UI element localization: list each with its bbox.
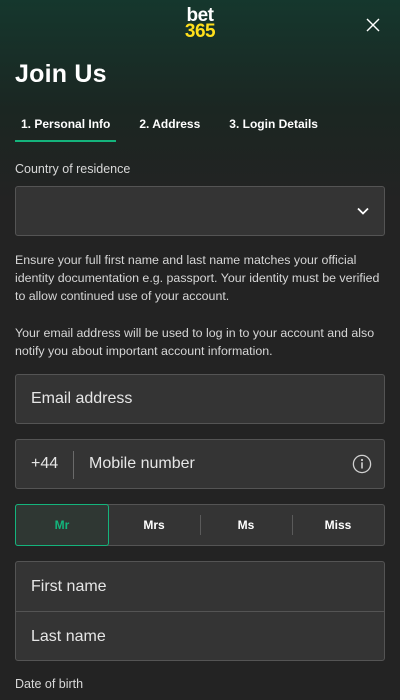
country-label: Country of residence bbox=[15, 162, 131, 176]
mobile-number-input[interactable] bbox=[74, 440, 344, 488]
first-name-input[interactable] bbox=[16, 562, 384, 611]
dob-label: Date of birth bbox=[15, 677, 84, 691]
logo-bottom-text: 365 bbox=[184, 21, 216, 42]
close-icon bbox=[366, 18, 380, 32]
country-code-prefix[interactable]: +44 bbox=[31, 455, 58, 473]
country-select[interactable] bbox=[15, 186, 385, 236]
identity-info-text: Ensure your full first name and last nam… bbox=[15, 253, 380, 303]
email-info-text: Your email address will be used to log i… bbox=[15, 326, 375, 358]
tab-address[interactable]: 2. Address bbox=[133, 112, 206, 142]
first-name-row bbox=[16, 562, 384, 612]
title-selector: Mr Mrs Ms Miss bbox=[15, 504, 385, 546]
info-icon[interactable] bbox=[352, 454, 372, 474]
bet365-logo: bet 365 bbox=[0, 6, 400, 42]
last-name-input[interactable] bbox=[16, 612, 384, 661]
email-field bbox=[15, 374, 385, 424]
step-tabs: 1. Personal Info 2. Address 3. Login Det… bbox=[15, 112, 341, 142]
name-fields bbox=[15, 561, 385, 661]
page-title: Join Us bbox=[15, 60, 107, 88]
mobile-field: +44 bbox=[15, 439, 385, 489]
header: bet 365 bbox=[0, 0, 400, 50]
email-input[interactable] bbox=[16, 375, 384, 423]
tab-personal-info[interactable]: 1. Personal Info bbox=[15, 112, 117, 142]
last-name-row bbox=[16, 612, 384, 661]
title-option-mrs[interactable]: Mrs bbox=[108, 505, 200, 545]
title-option-ms[interactable]: Ms bbox=[200, 505, 292, 545]
title-option-miss[interactable]: Miss bbox=[292, 505, 384, 545]
title-option-mr[interactable]: Mr bbox=[15, 504, 109, 546]
tab-login-details[interactable]: 3. Login Details bbox=[223, 112, 324, 142]
close-button[interactable] bbox=[360, 12, 386, 38]
chevron-down-icon bbox=[357, 207, 369, 215]
